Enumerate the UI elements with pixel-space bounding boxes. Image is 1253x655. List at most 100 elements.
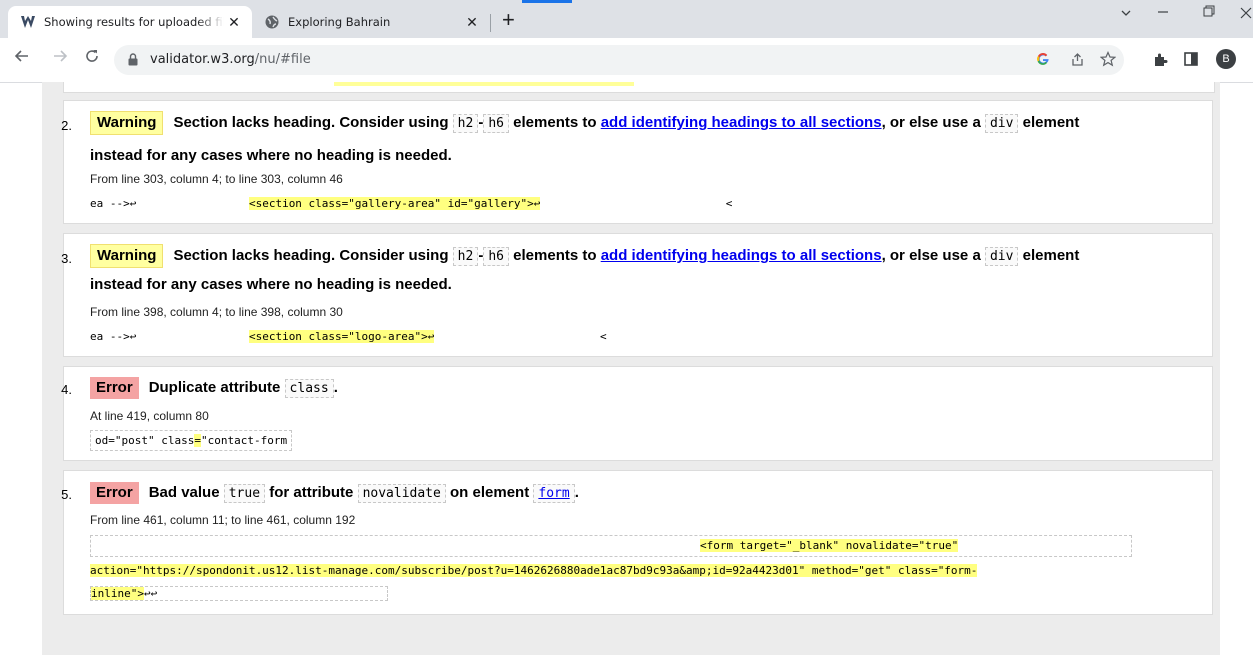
- message-heading: Error Duplicate attribute class.: [90, 375, 338, 402]
- message-text: .: [333, 379, 338, 396]
- validation-message: 2. Warning Section lacks heading. Conside…: [61, 100, 1213, 224]
- extract-post: <: [599, 330, 607, 343]
- forward-icon[interactable]: [52, 48, 68, 70]
- message-heading: Warning Section lacks heading. Consider u…: [90, 110, 1079, 137]
- extract-pre: ea -->↩: [90, 330, 137, 343]
- extract-highlight: <form target="_blank" novalidate="true": [700, 539, 959, 552]
- message-text: element: [1022, 247, 1080, 264]
- message-text: on element: [450, 484, 530, 501]
- message-text: Section lacks heading. Consider using: [173, 247, 449, 264]
- code-h2: h2: [452, 114, 479, 133]
- extract-line2: action="https://spondonit.us12.list-mana…: [90, 564, 978, 577]
- extract-line1: <form target="_blank" novalidate="true": [700, 539, 959, 552]
- message-number: 3.: [61, 251, 72, 266]
- extract-post: "contact-form: [200, 434, 288, 447]
- tab-divider: [490, 14, 491, 32]
- code-h6: h6: [483, 247, 509, 266]
- headings-help-link[interactable]: add identifying headings to all sections: [601, 247, 882, 264]
- warning-badge: Warning: [90, 111, 164, 135]
- message-text: elements to: [513, 114, 597, 131]
- tab-close-icon[interactable]: ✕: [462, 14, 482, 31]
- new-tab-button[interactable]: +: [502, 9, 515, 31]
- validation-message: 5. Error Bad value true for attribute nov…: [61, 470, 1213, 615]
- tab-search-icon[interactable]: [1120, 6, 1132, 24]
- headings-help-link[interactable]: add identifying headings to all sections: [601, 114, 882, 131]
- code-true: true: [223, 484, 266, 503]
- location-text: From line 461, column 11; to line 461, c…: [90, 513, 356, 527]
- error-badge: Error: [90, 482, 139, 504]
- globe-icon: [264, 14, 280, 30]
- form-element-link[interactable]: form: [533, 484, 575, 503]
- url-host: validator.w3.org: [150, 52, 255, 67]
- tab-exploring-bahrain[interactable]: Exploring Bahrain ✕: [252, 6, 490, 38]
- tab-strip: Showing results for uploaded file ✕ Expl…: [0, 0, 1253, 38]
- extensions-puzzle-icon[interactable]: [1153, 52, 1168, 71]
- url-path: /nu/#file: [254, 52, 311, 67]
- extract-pre: ea -->↩: [90, 197, 137, 210]
- message-number: 2.: [61, 118, 72, 133]
- tab-indicator: [522, 0, 572, 3]
- message-text: element: [1022, 114, 1080, 131]
- back-icon[interactable]: [14, 48, 30, 70]
- code-h6: h6: [483, 114, 509, 133]
- tab-validator[interactable]: Showing results for uploaded file ✕: [8, 6, 252, 38]
- url-text[interactable]: validator.w3.org/nu/#file: [150, 52, 311, 67]
- message-text: , or else use a: [881, 247, 981, 264]
- message-number: 4.: [61, 382, 72, 397]
- address-bar[interactable]: validator.w3.org/nu/#file: [114, 45, 1124, 75]
- tab-title: Showing results for uploaded file: [44, 15, 224, 29]
- message-text: Section lacks heading. Consider using: [173, 114, 449, 131]
- extract-post: <: [725, 197, 733, 210]
- validation-message: 3. Warning Section lacks heading. Conside…: [61, 233, 1213, 357]
- message-heading-line2: instead for any cases where no heading i…: [90, 147, 452, 164]
- location-text: From line 398, column 4; to line 398, co…: [90, 305, 343, 319]
- extract-highlight: =: [194, 434, 201, 447]
- code-div: div: [984, 114, 1019, 133]
- extract-highlight: action="https://spondonit.us12.list-mana…: [90, 564, 978, 577]
- close-window-icon[interactable]: [1240, 6, 1252, 24]
- extract-highlight: <section class="gallery-area" id="galler…: [248, 197, 541, 210]
- browser-toolbar: validator.w3.org/nu/#file: [0, 38, 1253, 83]
- extract-post: ↩↩: [143, 587, 158, 600]
- message-text: .: [574, 484, 579, 501]
- extract-line3: inline">↩↩: [90, 586, 388, 601]
- reload-icon[interactable]: [84, 48, 100, 70]
- previous-message-fragment: [63, 82, 1215, 93]
- extract-code: ea -->↩ <section class="logo-area">↩ <: [90, 330, 607, 343]
- code-h2: h2: [452, 247, 479, 266]
- restore-icon[interactable]: [1203, 4, 1215, 22]
- extract-highlight: <section class="logo-area">↩: [248, 330, 435, 343]
- warning-badge: Warning: [90, 244, 164, 268]
- message-text: , or else use a: [881, 114, 981, 131]
- profile-avatar[interactable]: B: [1216, 49, 1236, 69]
- share-icon[interactable]: [1070, 52, 1085, 71]
- message-text: Bad value: [148, 484, 220, 501]
- extract-box: [90, 535, 1132, 557]
- extract-code: od="post" class="contact-form: [90, 430, 293, 451]
- code-class: class: [284, 379, 334, 398]
- location-text: At line 419, column 80: [90, 409, 209, 423]
- code-div: div: [984, 247, 1019, 266]
- w3c-validator-favicon-icon: [20, 14, 36, 30]
- lock-icon[interactable]: [128, 53, 138, 71]
- google-icon[interactable]: [1036, 52, 1050, 70]
- message-heading: Warning Section lacks heading. Consider u…: [90, 243, 1079, 270]
- extract-pre: od="post" class: [95, 434, 195, 447]
- extract-highlight: inline">: [91, 587, 144, 600]
- bookmark-star-icon[interactable]: [1099, 51, 1117, 71]
- message-text: elements to: [513, 247, 597, 264]
- validation-message: 4. Error Duplicate attribute class. At li…: [61, 366, 1213, 461]
- error-badge: Error: [90, 377, 139, 399]
- extract-code: ea -->↩ <section class="gallery-area" id…: [90, 197, 732, 210]
- message-text: for attribute: [269, 484, 354, 501]
- minimize-icon[interactable]: [1157, 4, 1169, 22]
- message-number: 5.: [61, 487, 72, 502]
- location-text: From line 303, column 4; to line 303, co…: [90, 172, 343, 186]
- message-heading-line2: instead for any cases where no heading i…: [90, 276, 452, 293]
- tab-title: Exploring Bahrain: [288, 15, 391, 29]
- side-panel-icon[interactable]: [1184, 52, 1198, 70]
- message-text: Duplicate attribute: [148, 379, 281, 396]
- tab-close-icon[interactable]: ✕: [224, 14, 244, 31]
- code-novalidate: novalidate: [357, 484, 446, 503]
- message-heading: Error Bad value true for attribute novali…: [90, 480, 579, 507]
